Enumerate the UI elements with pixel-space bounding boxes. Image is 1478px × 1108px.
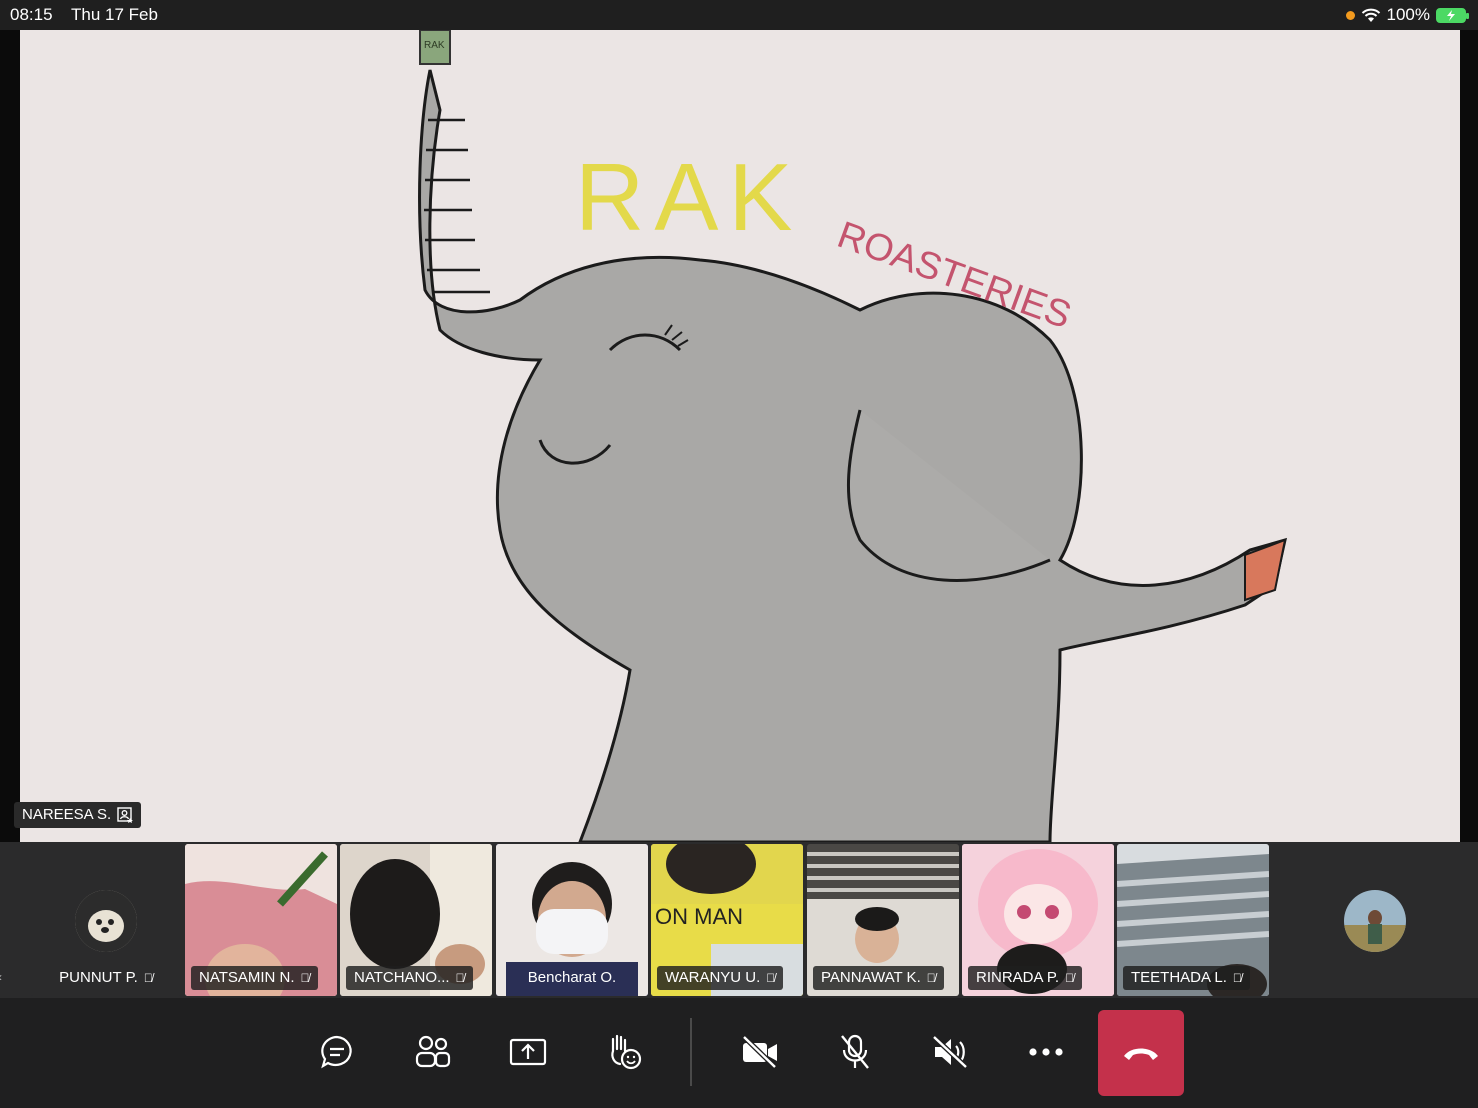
participant-tile-rinrada[interactable]: RINRADA P. 🎙̸ [962,844,1114,996]
participant-tile-punnut[interactable]: PUNNUT P. 🎙̸ [30,844,182,996]
participant-strip[interactable]: ‹ PUNNUT P. 🎙̸ NATSAMIN N. 🎙̸ NATCHANO..… [0,842,1478,998]
muted-icon: 🎙̸ [1232,971,1242,985]
reactions-button[interactable] [596,1026,652,1078]
participant-tile-bencharat[interactable]: Bencharat O. [496,844,648,996]
participant-name: PUNNUT P. [59,969,138,986]
share-screen-button[interactable] [500,1026,556,1078]
svg-text:RAK: RAK [424,40,445,51]
muted-icon: 🎙̸ [766,971,776,985]
shared-drawing: RAK RAK ROASTERIES [20,30,1460,842]
main-video-stage[interactable]: RAK RAK ROASTERIES [0,30,1478,842]
participant-tile-natsamin[interactable]: NATSAMIN N. 🎙̸ [185,844,337,996]
mic-in-use-indicator [1345,10,1355,20]
date: Thu 17 Feb [71,5,158,24]
chat-icon [321,1035,352,1069]
status-bar: 08:15 Thu 17 Feb 100% [0,0,1478,30]
participant-label: NATCHANO... 🎙̸ [346,966,473,990]
presenter-name: NAREESA S. [22,806,112,823]
muted-icon: 🎙̸ [1065,971,1075,985]
wifi-icon [1361,8,1380,22]
participant-label: NATSAMIN N. 🎙̸ [191,966,318,990]
participant-tile-pannawat[interactable]: PANNAWAT K. 🎙̸ [807,844,959,996]
call-controls [0,998,1478,1108]
more-options-button[interactable] [1018,1026,1074,1078]
clock: 08:15 [10,5,53,24]
participant-tile-teethada[interactable]: TEETHADA L. 🎙̸ [1117,844,1269,996]
speaker-toggle-button[interactable] [922,1026,978,1078]
battery-percent: 100% [1386,5,1430,24]
participants-button[interactable] [405,1026,461,1078]
participant-tile-waranyu[interactable]: ON MAN WARANYU U. 🎙̸ [651,844,803,996]
participants-icon [415,1035,451,1068]
muted-icon: 🎙̸ [143,971,153,985]
participant-label: RINRADA P. 🎙̸ [968,966,1083,990]
raise-hand-icon [611,1034,642,1070]
scroll-left-indicator[interactable]: ‹ [0,970,2,984]
muted-icon: 🎙̸ [300,971,310,985]
camera-toggle-button[interactable] [732,1026,788,1078]
hang-up-button[interactable] [1098,1010,1184,1096]
participant-label: WARANYU U. 🎙̸ [657,966,784,990]
battery-charging-icon [1436,7,1469,23]
hang-up-icon [1124,1048,1158,1060]
muted-icon: 🎙̸ [926,971,936,985]
muted-icon: 🎙̸ [455,971,465,985]
share-screen-icon [509,1038,547,1066]
elephant-drawing: RAK RAK ROASTERIES [418,30,1288,842]
participant-name: WARANYU U. [665,969,761,986]
status-right: 100% [1345,5,1469,25]
participant-tile-natchano[interactable]: NATCHANO... 🎙̸ [340,844,492,996]
participant-name: NATSAMIN N. [199,969,295,986]
mic-toggle-button[interactable] [827,1026,883,1078]
mic-off-icon [841,1034,869,1069]
participant-label: Bencharat O. [520,966,624,990]
presenter-icon [117,807,134,823]
participant-label: PUNNUT P. 🎙̸ [51,966,161,990]
speaker-off-icon [932,1035,968,1069]
chat-button[interactable] [309,1026,365,1078]
participant-name: TEETHADA L. [1131,969,1227,986]
participant-label: PANNAWAT K. 🎙̸ [813,966,944,990]
participant-name: PANNAWAT K. [821,969,921,986]
participant-name: NATCHANO... [354,969,450,986]
svg-text:ON MAN: ON MAN [655,904,743,929]
avatar [75,890,137,952]
camera-off-icon [742,1035,777,1069]
participant-name: RINRADA P. [976,969,1060,986]
participant-label: TEETHADA L. 🎙̸ [1123,966,1250,990]
toolbar-divider [690,1018,692,1086]
more-icon [1029,1048,1063,1056]
svg-text:RAK: RAK [575,144,802,251]
participant-name: Bencharat O. [527,969,617,986]
presenter-name-tag: NAREESA S. [14,802,142,828]
self-avatar[interactable] [1344,890,1406,952]
